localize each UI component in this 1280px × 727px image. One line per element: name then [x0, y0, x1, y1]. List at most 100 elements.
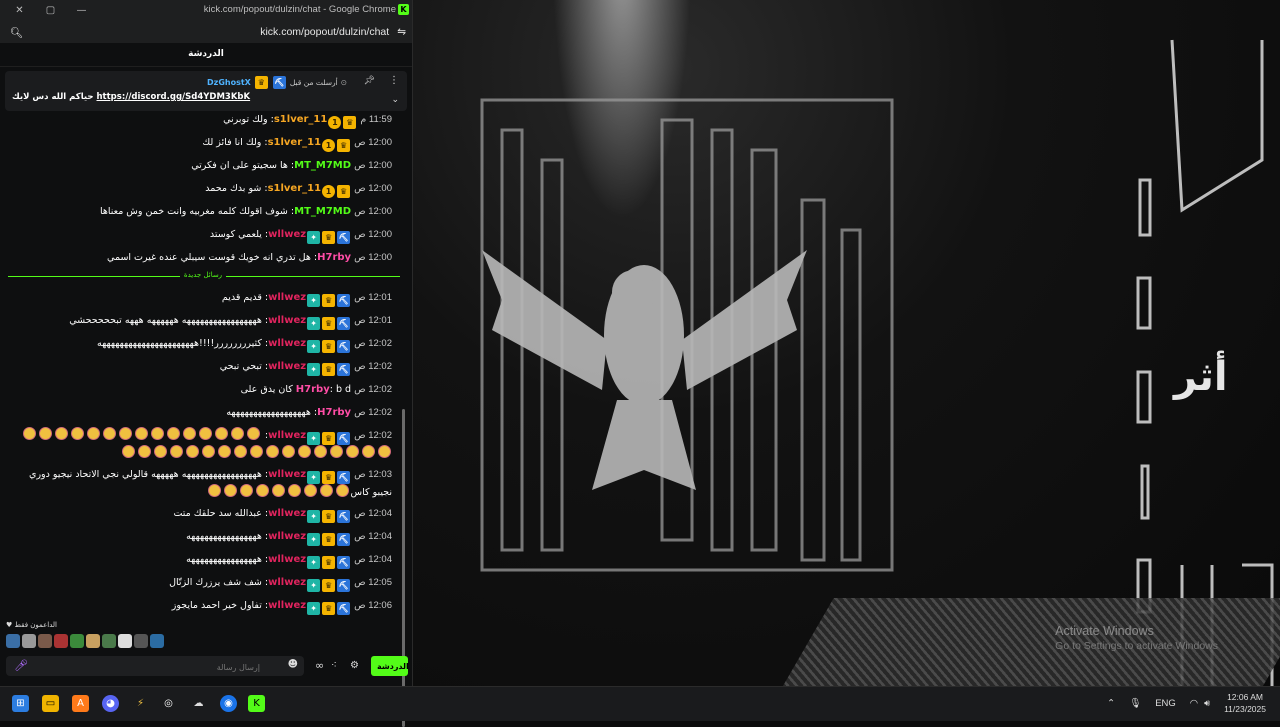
- message-username[interactable]: wllwez: [268, 577, 306, 588]
- avatar[interactable]: [70, 634, 84, 648]
- message-username[interactable]: wllwez: [268, 315, 306, 326]
- pickaxe-badge-icon: ⛏: [337, 432, 351, 445]
- chat-message: 12:04 ص ⛏♛✦wllwez: ههههههههههههههههه: [11, 551, 392, 569]
- emote-icon: [55, 427, 69, 440]
- more-options-icon[interactable]: ⋮: [389, 75, 399, 86]
- emote-icon: [249, 445, 263, 458]
- avatar[interactable]: [118, 634, 132, 648]
- subscriber-badge-icon: ✦: [307, 471, 321, 484]
- message-text: ههههههههههههههههههه: [226, 407, 311, 418]
- avatar[interactable]: [102, 634, 116, 648]
- obs-icon[interactable]: ◎: [160, 695, 177, 712]
- message-timestamp: 12:02 ص: [354, 338, 392, 349]
- message-username[interactable]: H7rby: [317, 252, 351, 263]
- chevron-up-icon[interactable]: ⌃: [1107, 698, 1115, 709]
- close-icon[interactable]: ✕: [4, 5, 35, 16]
- avatar[interactable]: [134, 634, 148, 648]
- avatar[interactable]: [22, 634, 36, 648]
- message-text: ولك انا فائز لك: [202, 137, 262, 148]
- window-controls: ✕ ▢ —: [4, 5, 97, 16]
- message-timestamp: 12:03 ص: [354, 469, 392, 480]
- emote-icon: [336, 484, 350, 497]
- crown-badge-icon: ♛: [322, 556, 336, 569]
- message-username[interactable]: wllwez: [268, 554, 306, 565]
- infinity-icon[interactable]: ∞: [315, 659, 324, 672]
- microphone-tray-icon[interactable]: 🎙︎: [1129, 698, 1141, 709]
- emote-icon: [201, 445, 215, 458]
- discord-icon[interactable]: ◕: [102, 695, 119, 712]
- message-username[interactable]: wllwez: [268, 338, 306, 349]
- maximize-icon[interactable]: ▢: [35, 5, 66, 16]
- message-username[interactable]: s1lver_11: [268, 183, 322, 194]
- avatar[interactable]: [38, 634, 52, 648]
- chat-message: 12:04 ص ⛏♛✦wllwez: عبدالله سد حلقك متت: [11, 505, 392, 523]
- message-timestamp: 11:59 م: [360, 114, 392, 125]
- pinned-link[interactable]: https://discord.gg/Sd4YDM3KbK: [97, 92, 251, 102]
- search-icon[interactable]: 🔍︎: [10, 26, 23, 39]
- chrome-icon[interactable]: ◉: [220, 695, 237, 712]
- file-explorer-icon[interactable]: ▭: [42, 695, 59, 712]
- message-username[interactable]: wllwez: [268, 508, 306, 519]
- emote-icon: [256, 484, 270, 497]
- message-username[interactable]: H7rby: [317, 407, 351, 418]
- avatar[interactable]: [54, 634, 68, 648]
- pin-icon[interactable]: 📌︎: [364, 76, 375, 86]
- clock[interactable]: 12:06 AM 11/23/2025: [1224, 691, 1266, 715]
- microphone-icon[interactable]: 🎤︎: [14, 659, 28, 672]
- subscriber-badge-icon: ✦: [307, 317, 321, 330]
- crown-badge-icon: ♛: [322, 471, 336, 484]
- message-username[interactable]: wllwez: [268, 531, 306, 542]
- volume-icon[interactable]: 🔊︎: [1204, 698, 1210, 709]
- chat-message: 12:03 ص ⛏♛✦wllwez: هههههههههههههههههه هه…: [11, 466, 392, 501]
- app-icon[interactable]: A: [72, 695, 89, 712]
- message-username[interactable]: s1lver_11: [268, 137, 322, 148]
- dots-icon[interactable]: ⁖: [331, 660, 337, 671]
- emote-icon: [169, 445, 183, 458]
- windows-start-icon[interactable]: ⊞: [12, 695, 29, 712]
- kick-icon[interactable]: K: [248, 695, 265, 712]
- emote-icon: [224, 484, 238, 497]
- emote-icon: [377, 445, 391, 458]
- site-settings-icon[interactable]: ⇋: [397, 26, 406, 38]
- gear-icon[interactable]: ⚙: [350, 660, 359, 671]
- message-username[interactable]: wllwez: [268, 229, 306, 240]
- message-input[interactable]: [28, 658, 262, 676]
- app-icon[interactable]: ☁: [190, 695, 207, 712]
- pinned-message[interactable]: DzGhostX ♛ ⛏ أرسلت من قبل ⊙ 📌︎ ⋮ حياكم ا…: [5, 71, 407, 111]
- chat-message: 12:02 ص H7rby: b d كان يدق على: [11, 381, 392, 398]
- message-username[interactable]: H7rby: [296, 384, 330, 395]
- message-username[interactable]: MT_M7MD: [294, 160, 351, 171]
- crown-badge-icon: ♛: [322, 294, 336, 307]
- message-username[interactable]: MT_M7MD: [294, 206, 351, 217]
- emote-icon: [119, 427, 133, 440]
- chat-scrollbar[interactable]: [402, 409, 405, 727]
- app-icon[interactable]: ⚡: [132, 695, 149, 712]
- avatar[interactable]: [150, 634, 164, 648]
- message-timestamp: 12:02 ص: [354, 361, 392, 372]
- watermark-subtitle: Go to Settings to activate Windows: [1055, 640, 1218, 652]
- minimize-icon[interactable]: —: [66, 5, 97, 16]
- avatar[interactable]: [6, 634, 20, 648]
- emoji-icon[interactable]: ☻: [288, 659, 298, 670]
- supporter-avatars: [6, 634, 164, 648]
- message-username[interactable]: wllwez: [268, 469, 306, 480]
- chat-send-button[interactable]: الدردشة: [371, 656, 409, 676]
- desktop-wallpaper: أثر Activate Windows Go to Settings to a…: [412, 0, 1280, 686]
- pickaxe-badge-icon: ⛏: [337, 533, 351, 546]
- chevron-down-icon[interactable]: ⌄: [391, 95, 399, 105]
- crown-badge-icon: ♛: [322, 231, 336, 244]
- url-text[interactable]: kick.com/popout/dulzin/chat: [260, 26, 389, 38]
- avatar[interactable]: [86, 634, 100, 648]
- emote-icon: [183, 427, 197, 440]
- emote-icon: [185, 445, 199, 458]
- message-username[interactable]: wllwez: [268, 292, 306, 303]
- message-username[interactable]: s1lver_11: [274, 114, 328, 125]
- language-indicator[interactable]: ENG: [1155, 698, 1176, 709]
- emote-icon: [103, 427, 117, 440]
- pinned-username[interactable]: DzGhostX: [207, 78, 251, 87]
- gift-badge-icon: 1: [328, 116, 342, 129]
- wifi-icon[interactable]: ◠: [1190, 698, 1198, 709]
- message-username[interactable]: wllwez: [268, 361, 306, 372]
- message-username[interactable]: wllwez: [268, 600, 306, 611]
- message-username[interactable]: wllwez: [268, 430, 306, 441]
